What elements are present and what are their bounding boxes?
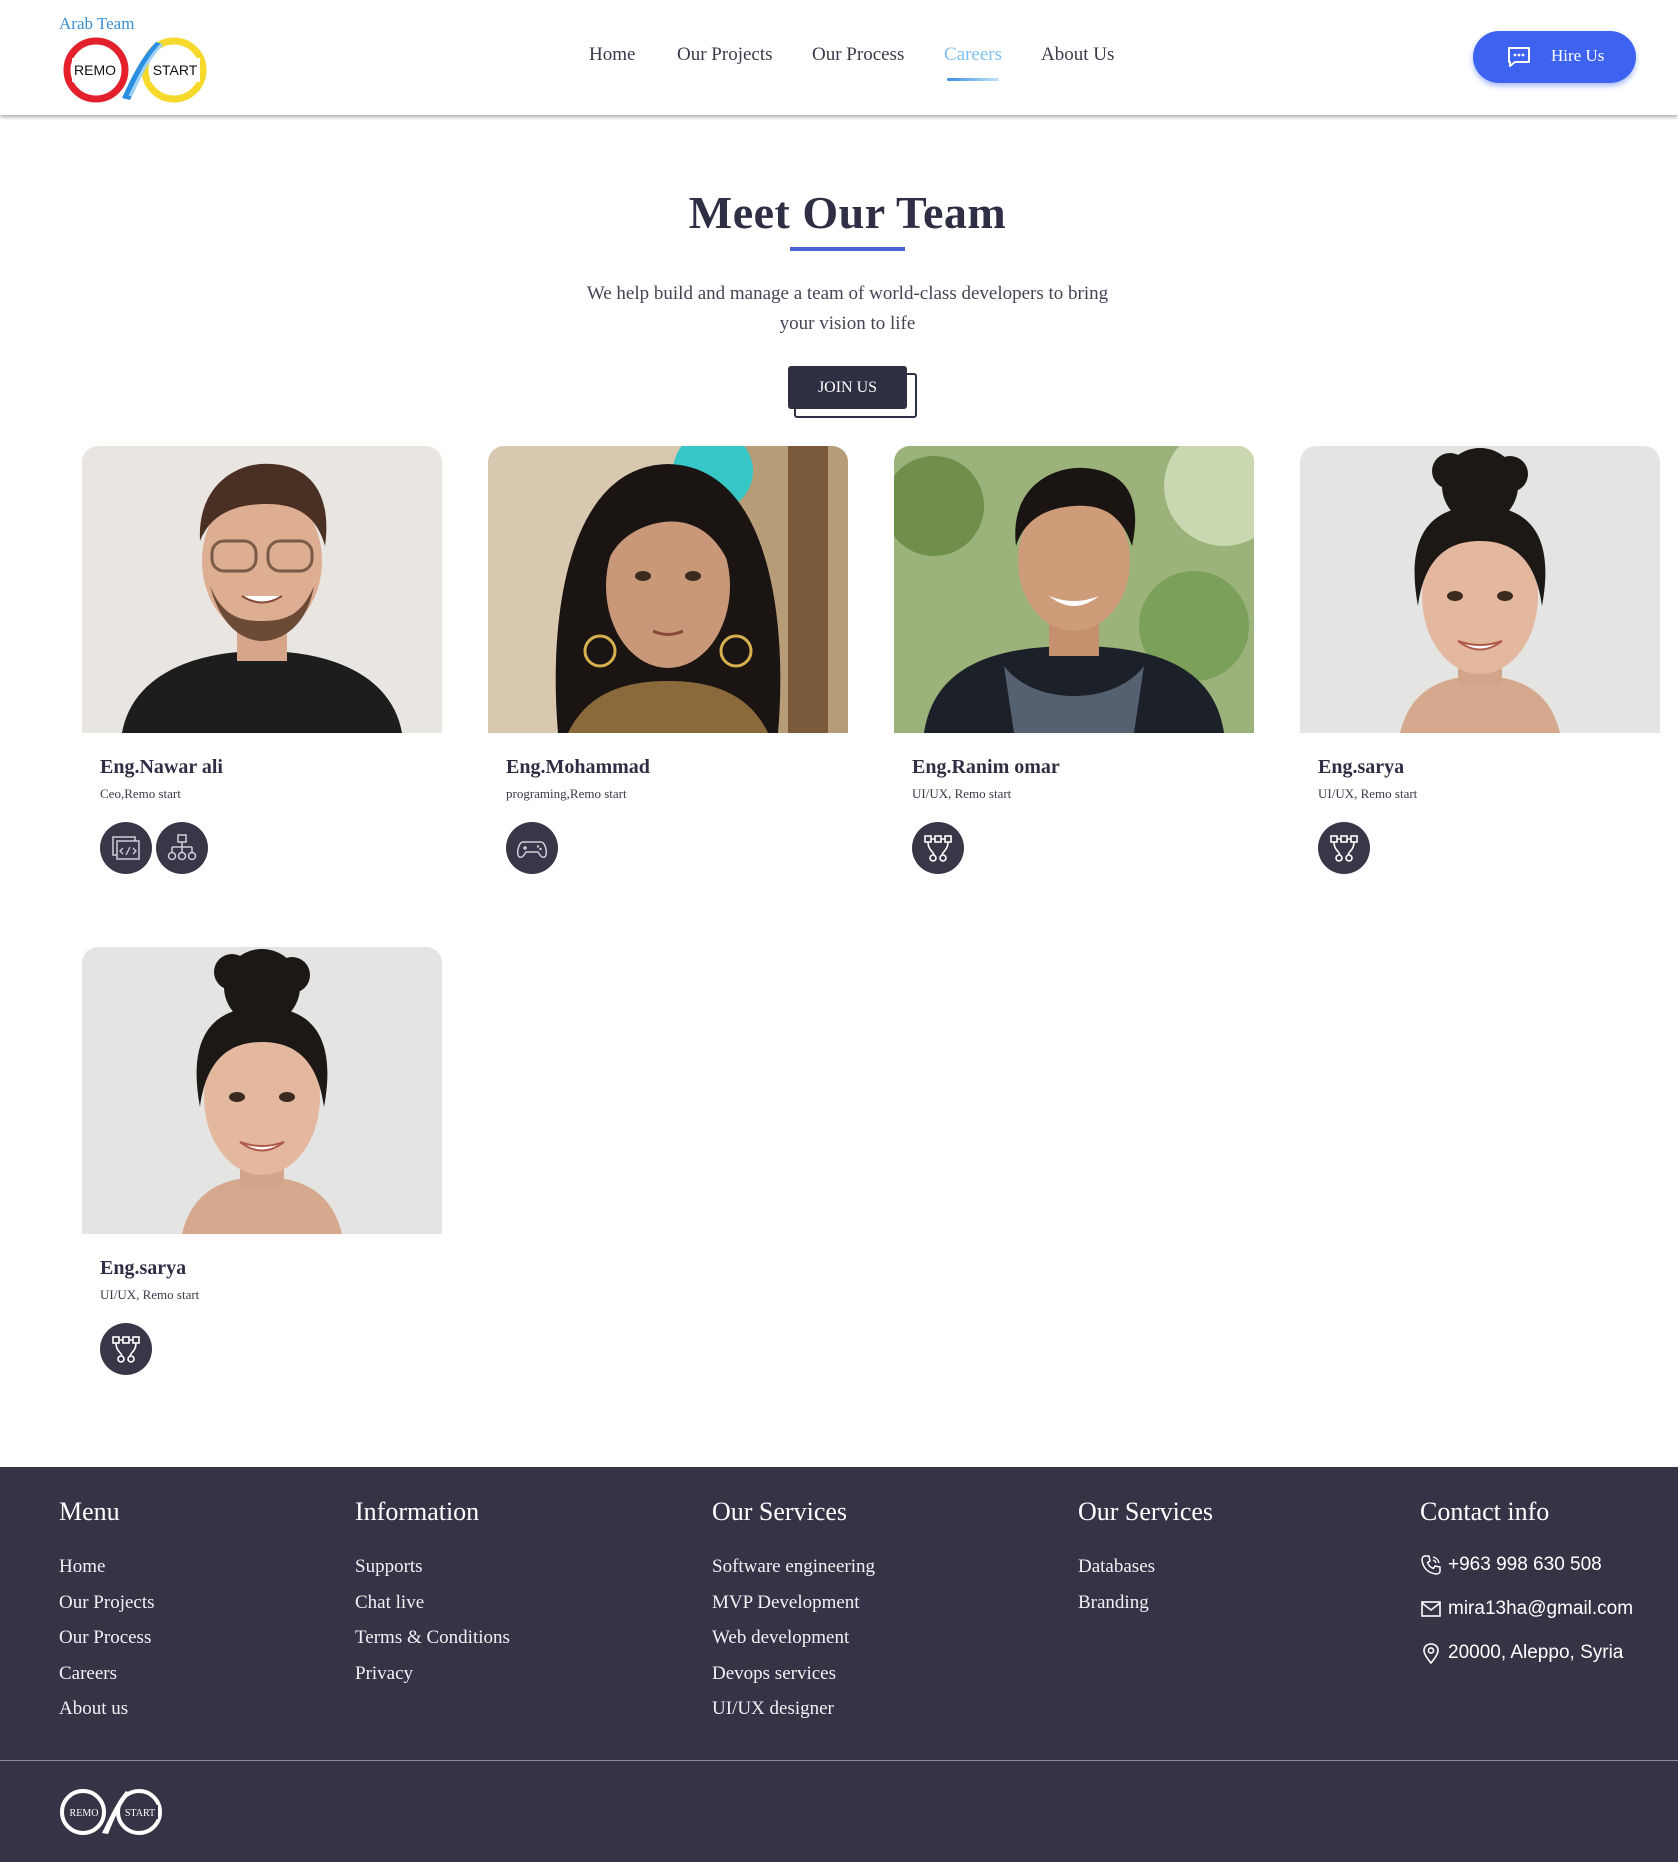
- contact-address[interactable]: 20000, Aleppo, Syria: [1420, 1631, 1633, 1675]
- footer-contact-heading: Contact info: [1420, 1497, 1550, 1526]
- footer-menu-column: Menu Home Our Projects Our Process Caree…: [59, 1497, 155, 1727]
- footer-logo[interactable]: REMO START: [58, 1787, 164, 1837]
- mail-icon: [1421, 1601, 1441, 1617]
- contact-email-text: mira13ha@gmail.com: [1448, 1598, 1634, 1619]
- member-name: Eng.Nawar ali: [100, 756, 223, 778]
- footer-link-about-us[interactable]: About us: [59, 1691, 155, 1727]
- member-role: UI/UX, Remo start: [100, 1287, 200, 1302]
- hero-description: We help build and manage a team of world…: [560, 279, 1135, 339]
- nav-careers[interactable]: Careers: [944, 44, 1002, 66]
- member-role: UI/UX, Remo start: [1318, 786, 1418, 801]
- footer-services-column-1: Our Services Software engineering MVP De…: [712, 1497, 875, 1727]
- code-window-icon[interactable]: [100, 822, 152, 874]
- contact-phone[interactable]: +963 998 630 508: [1420, 1543, 1633, 1587]
- site-footer: Menu Home Our Projects Our Process Caree…: [0, 1467, 1678, 1862]
- vector-nodes-icon[interactable]: [912, 822, 964, 874]
- vector-nodes-icon[interactable]: [100, 1323, 152, 1375]
- contact-address-text: 20000, Aleppo, Syria: [1448, 1642, 1624, 1663]
- join-us-button[interactable]: JOIN US: [788, 366, 907, 409]
- footer-link-branding[interactable]: Branding: [1078, 1585, 1213, 1621]
- member-name: Eng.sarya: [100, 1257, 187, 1279]
- main-nav: Home Our Projects Our Process Careers Ab…: [0, 44, 1678, 74]
- member-photo: [82, 947, 442, 1234]
- footer-link-mvp-development[interactable]: MVP Development: [712, 1585, 875, 1621]
- nav-our-projects[interactable]: Our Projects: [677, 44, 773, 66]
- footer-link-terms[interactable]: Terms & Conditions: [355, 1620, 510, 1656]
- footer-link-devops-services[interactable]: Devops services: [712, 1656, 875, 1692]
- member-name: Eng.Mohammad: [506, 756, 650, 778]
- footer-services-column-2: Our Services Databases Branding: [1078, 1497, 1213, 1620]
- footer-link-web-development[interactable]: Web development: [712, 1620, 875, 1656]
- footer-link-supports[interactable]: Supports: [355, 1549, 510, 1585]
- footer-divider: [0, 1760, 1678, 1761]
- title-underline: [790, 247, 905, 251]
- gamepad-icon[interactable]: [506, 822, 558, 874]
- member-photo: [488, 446, 848, 733]
- nav-about-us[interactable]: About Us: [1041, 44, 1114, 66]
- site-header: Arab Team REMO START Home Our Projects O…: [0, 0, 1678, 115]
- sitemap-icon[interactable]: [156, 822, 208, 874]
- phone-icon: [1421, 1555, 1441, 1575]
- member-photo: [82, 446, 442, 733]
- nav-our-process[interactable]: Our Process: [812, 44, 904, 66]
- footer-link-our-process[interactable]: Our Process: [59, 1620, 155, 1656]
- footer-link-databases[interactable]: Databases: [1078, 1549, 1213, 1585]
- footer-services-heading-2: Our Services: [1078, 1497, 1214, 1526]
- footer-services-heading-1: Our Services: [712, 1497, 848, 1526]
- hero-description-line-2: your vision to life: [779, 313, 916, 334]
- footer-link-privacy[interactable]: Privacy: [355, 1656, 510, 1692]
- member-role: Ceo,Remo start: [100, 786, 181, 801]
- page-title: Meet Our Team: [688, 187, 1007, 238]
- member-name: Eng.Ranim omar: [912, 756, 1060, 778]
- contact-email[interactable]: mira13ha@gmail.com: [1420, 1587, 1633, 1631]
- member-role: programing,Remo start: [506, 786, 627, 801]
- footer-information-column: Information Supports Chat live Terms & C…: [355, 1497, 510, 1691]
- footer-link-our-projects[interactable]: Our Projects: [59, 1585, 155, 1621]
- footer-link-chat-live[interactable]: Chat live: [355, 1585, 510, 1621]
- member-photo: [894, 446, 1254, 733]
- hero-description-line-1: We help build and manage a team of world…: [586, 283, 1109, 304]
- footer-link-careers[interactable]: Careers: [59, 1656, 155, 1692]
- footer-link-software-engineering[interactable]: Software engineering: [712, 1549, 875, 1585]
- footer-logo-text-right: START: [125, 1808, 155, 1819]
- member-role: UI/UX, Remo start: [912, 786, 1012, 801]
- member-photo: [1300, 446, 1660, 733]
- chat-icon: [1508, 47, 1530, 67]
- footer-contact-column: Contact info +963 998 630 508 mira13ha@g…: [1420, 1497, 1633, 1675]
- member-name: Eng.sarya: [1318, 756, 1405, 778]
- hire-us-label: Hire Us: [1551, 46, 1605, 65]
- location-pin-icon: [1423, 1643, 1439, 1664]
- footer-link-home[interactable]: Home: [59, 1549, 155, 1585]
- footer-link-uiux-designer[interactable]: UI/UX designer: [712, 1691, 875, 1727]
- nav-active-indicator: [947, 78, 999, 81]
- brand-subtitle: Arab Team: [59, 14, 135, 33]
- join-us-wrapper: JOIN US: [788, 366, 918, 419]
- footer-logo-text-left: REMO: [70, 1808, 99, 1819]
- vector-nodes-icon[interactable]: [1318, 822, 1370, 874]
- contact-phone-text: +963 998 630 508: [1448, 1554, 1602, 1575]
- nav-home[interactable]: Home: [589, 44, 635, 66]
- footer-menu-heading: Menu: [59, 1497, 120, 1526]
- footer-information-heading: Information: [355, 1497, 480, 1526]
- hire-us-button[interactable]: Hire Us: [1473, 31, 1636, 83]
